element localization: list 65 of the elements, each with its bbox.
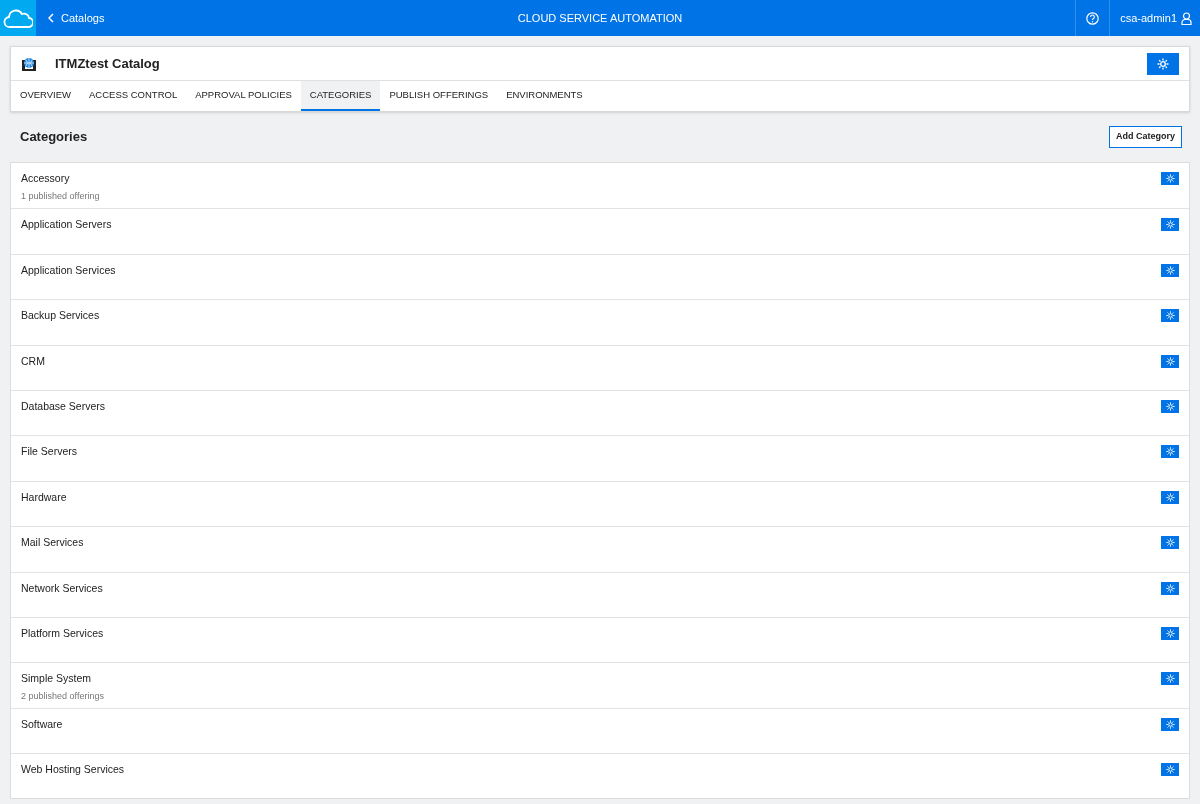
- category-name[interactable]: Network Services: [21, 580, 103, 597]
- tab[interactable]: PUBLISH OFFERINGS: [380, 81, 498, 111]
- settings-icon: [1165, 583, 1175, 593]
- back-link-text: Catalogs: [61, 10, 105, 26]
- settings-icon: [1165, 220, 1175, 230]
- settings-button[interactable]: [1161, 309, 1179, 323]
- settings-icon: [1165, 265, 1175, 275]
- settings-button[interactable]: [1147, 52, 1179, 75]
- settings-button[interactable]: [1161, 218, 1179, 232]
- add-category-button[interactable]: Add Category: [1109, 126, 1182, 148]
- settings-icon: [1165, 447, 1175, 457]
- app-title: CLOUD SERVICE AUTOMATION: [517, 10, 683, 26]
- category-name[interactable]: File Servers: [21, 444, 77, 461]
- settings-button[interactable]: [1161, 172, 1179, 185]
- settings-icon: [1165, 765, 1175, 775]
- settings-button[interactable]: [1161, 399, 1179, 413]
- section-title: Categories: [19, 128, 88, 147]
- tab[interactable]: ENVIRONMENTS: [497, 81, 592, 111]
- settings-button[interactable]: [1161, 581, 1179, 595]
- category-name[interactable]: Web Hosting Services: [21, 762, 125, 778]
- category-name[interactable]: Application Services: [21, 262, 116, 279]
- settings-button[interactable]: [1161, 626, 1179, 640]
- settings-button[interactable]: [1161, 445, 1179, 459]
- category-name[interactable]: CRM: [21, 353, 45, 370]
- category-name[interactable]: Mail Services: [21, 535, 84, 551]
- cloud-logo[interactable]: [0, 0, 36, 36]
- settings-icon: [1165, 356, 1175, 366]
- settings-icon: [1157, 57, 1169, 70]
- chevron-left-icon: [48, 13, 54, 23]
- settings-icon: [1165, 719, 1175, 729]
- settings-icon: [1165, 628, 1175, 638]
- settings-button[interactable]: [1161, 672, 1179, 686]
- category-name[interactable]: Simple System: [21, 671, 104, 688]
- offering-count: 2 published offerings: [21, 690, 104, 704]
- settings-button[interactable]: [1161, 717, 1179, 731]
- category-name[interactable]: Application Servers: [21, 217, 112, 234]
- category-name[interactable]: Accessory: [21, 171, 100, 187]
- settings-icon: [1165, 492, 1175, 502]
- catalog-title: ITMZtest Catalog: [55, 54, 160, 73]
- category-name[interactable]: Software: [21, 716, 63, 733]
- category-name[interactable]: Platform Services: [21, 625, 104, 642]
- back-link[interactable]: Catalogs: [48, 9, 105, 27]
- tab[interactable]: CATEGORIES: [300, 81, 381, 111]
- settings-icon: [1165, 311, 1175, 321]
- settings-icon: [1165, 174, 1175, 183]
- category-name[interactable]: Hardware: [21, 489, 67, 506]
- settings-button[interactable]: [1161, 763, 1179, 777]
- tab[interactable]: ACCESS CONTROL: [80, 81, 187, 111]
- settings-icon: [1165, 401, 1175, 411]
- settings-icon: [1165, 538, 1175, 548]
- settings-button[interactable]: [1161, 354, 1179, 368]
- user-name[interactable]: csa-admin1: [1120, 9, 1177, 27]
- tab[interactable]: APPROVAL POLICIES: [186, 81, 301, 111]
- tab[interactable]: OVERVIEW: [11, 81, 81, 111]
- offering-count: 1 published offering: [21, 189, 100, 203]
- settings-button[interactable]: [1161, 490, 1179, 504]
- category-name[interactable]: Database Servers: [21, 398, 106, 415]
- user-icon[interactable]: [1181, 11, 1192, 25]
- settings-button[interactable]: [1161, 263, 1179, 277]
- category-name[interactable]: Backup Services: [21, 308, 100, 324]
- settings-icon: [1165, 674, 1175, 684]
- catalog-icon: [21, 55, 37, 72]
- settings-button[interactable]: [1161, 536, 1179, 550]
- cloud-icon: [3, 7, 33, 29]
- help-icon[interactable]: [1086, 11, 1100, 25]
